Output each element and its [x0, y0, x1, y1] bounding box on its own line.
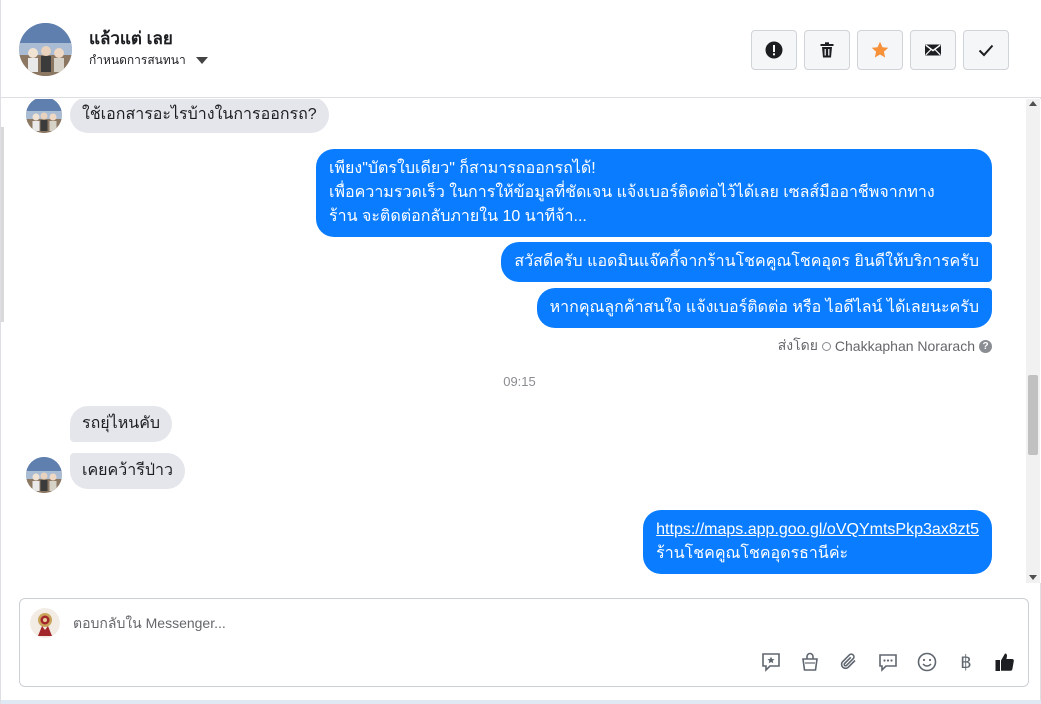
contact-avatar-small: [26, 99, 62, 133]
assign-conversation-dropdown[interactable]: กำหนดการสนทนา: [89, 51, 208, 70]
saved-reply-icon[interactable]: [760, 651, 782, 673]
report-spam-button[interactable]: [751, 30, 797, 70]
assign-label: กำหนดการสนทนา: [89, 53, 186, 67]
contact-avatar[interactable]: [19, 23, 72, 76]
message-thread[interactable]: ใช้เอกสารอะไรบ้างในการออกรถ? เพียง"บัตรใ…: [1, 99, 1041, 583]
delete-button[interactable]: [804, 30, 850, 70]
check-icon: [978, 44, 994, 57]
shopping-bag-icon[interactable]: [799, 651, 821, 673]
incoming-message[interactable]: ใช้เอกสารอะไรบ้างในการออกรถ?: [70, 99, 329, 133]
conversation-toolbar: [751, 30, 1009, 70]
timestamp-text: 09:15: [503, 374, 536, 389]
caret-down-icon: [195, 57, 208, 64]
left-divider: [1, 127, 4, 322]
thumbs-up-icon[interactable]: [994, 651, 1016, 673]
trash-icon: [820, 42, 834, 58]
messenger-inbox-window: แล้วแต่ เลย กำหนดการสนทนา ใช้เอกสารอะไรบ…: [0, 0, 1041, 704]
contact-avatar-small: [26, 457, 62, 493]
conversation-header: แล้วแต่ เลย กำหนดการสนทนา: [1, 0, 1041, 98]
scroll-up-arrow-icon[interactable]: [1029, 101, 1037, 106]
scroll-thumb[interactable]: [1028, 375, 1038, 455]
reply-toolbar: ฿: [760, 651, 1016, 673]
page-avatar: [30, 608, 60, 638]
incoming-message[interactable]: รถยุ่ไหนคับ: [70, 406, 173, 442]
message-line: เพื่อความรวดเร็ว ในการให้ข้อมูลที่ชัดเจน…: [329, 184, 935, 201]
sender-name[interactable]: Chakkaphan Norarach: [835, 338, 975, 354]
outgoing-message[interactable]: https://maps.app.goo.gl/oVQYmtsPkp3ax8zt…: [643, 510, 992, 574]
status-circle-icon: [821, 341, 831, 351]
map-link[interactable]: https://maps.app.goo.gl/oVQYmtsPkp3ax8zt…: [656, 518, 979, 542]
star-button[interactable]: [857, 30, 903, 70]
outgoing-message[interactable]: เพียง"บัตรใบเดียว" ก็สามารถออกรถได้! เพื…: [316, 149, 992, 237]
message-line: เพียง"บัตรใบเดียว" ก็สามารถออกรถได้!: [329, 160, 596, 177]
message-line: ร้าน จะติดต่อกลับภายใน 10 นาทีจ้า...: [329, 208, 587, 225]
message-line: ร้านโชคคูณโชคอุดรธานีค่ะ: [656, 545, 849, 562]
help-icon[interactable]: ?: [979, 339, 992, 353]
contact-name[interactable]: แล้วแต่ เลย: [89, 25, 173, 52]
chat-bubble-icon[interactable]: [877, 651, 899, 673]
emoji-icon[interactable]: [916, 651, 938, 673]
mark-unread-button[interactable]: [910, 30, 956, 70]
scroll-down-arrow-icon[interactable]: [1029, 575, 1037, 580]
outgoing-message[interactable]: หากคุณลูกค้าสนใจ แจ้งเบอร์ติดต่อ หรือ ไอ…: [536, 288, 992, 328]
sent-by-label: ส่งโดย: [777, 337, 818, 353]
baht-icon[interactable]: ฿: [955, 651, 977, 673]
paperclip-icon[interactable]: [838, 651, 860, 673]
bottom-strip: [1, 700, 1041, 704]
message-timestamp: 09:15: [1, 374, 1041, 389]
mark-done-button[interactable]: [963, 30, 1009, 70]
thread-scrollbar[interactable]: [1026, 99, 1040, 583]
incoming-message[interactable]: เคยคว้ารีป่าว: [70, 453, 185, 489]
star-icon: [871, 41, 889, 58]
outgoing-message[interactable]: สวัสดีครับ แอดมินแจ๊คกี้จากร้านโชคคูณโชค…: [501, 242, 992, 282]
reply-input[interactable]: [73, 615, 973, 631]
sent-by-info: ส่งโดย Chakkaphan Norarach ?: [778, 335, 992, 357]
reply-composer: ฿: [19, 598, 1029, 687]
envelope-icon: [925, 44, 941, 56]
alert-circle-icon: [765, 41, 783, 59]
